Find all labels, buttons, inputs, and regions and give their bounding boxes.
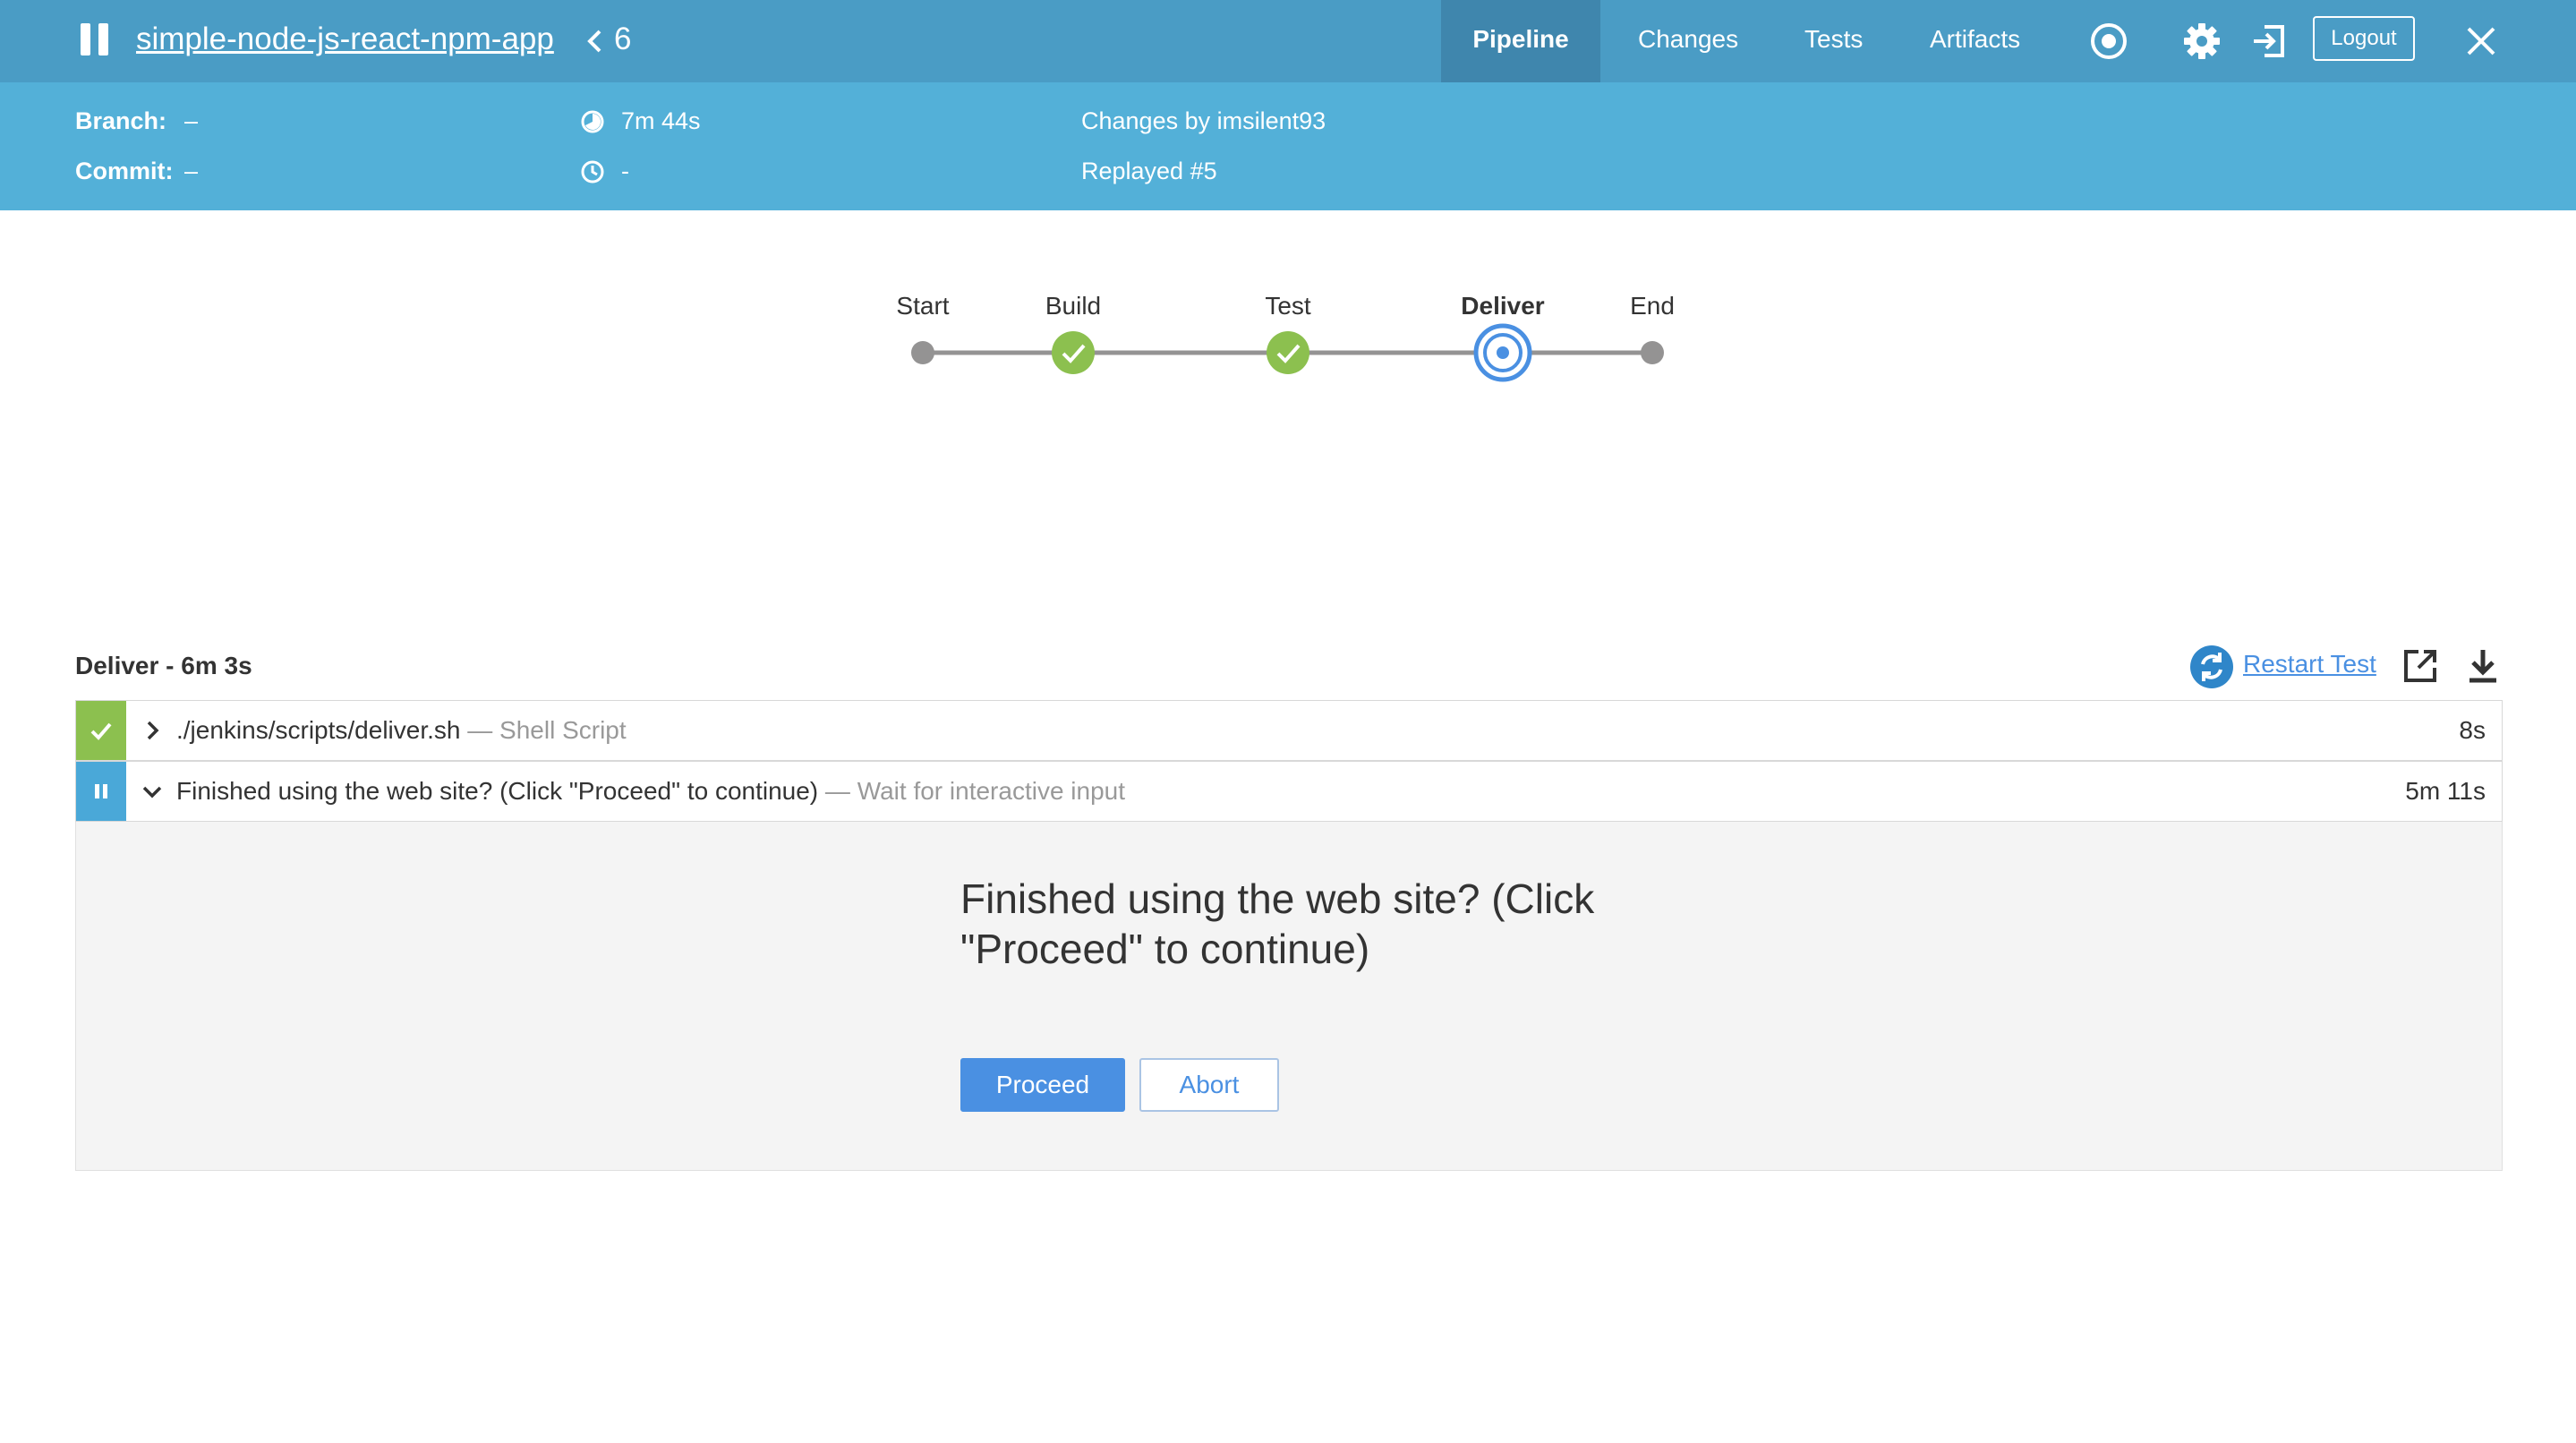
stage-node-deliver[interactable] — [1473, 323, 1532, 382]
tab-tests[interactable]: Tests — [1804, 0, 1863, 82]
commit-label: Commit: — [75, 158, 174, 184]
pause-icon — [79, 23, 109, 56]
step-type: — Shell Script — [467, 716, 627, 744]
app-name-link[interactable]: simple-node-js-react-npm-app — [136, 21, 554, 57]
stage-node-end — [1641, 341, 1664, 364]
step-paused-indicator — [76, 762, 126, 821]
restart-icon[interactable] — [2189, 645, 2234, 689]
input-prompt-panel: Finished using the web site? (Click "Pro… — [75, 822, 2503, 1171]
branch-label: Branch: — [75, 107, 167, 134]
tab-pipeline[interactable]: Pipeline — [1441, 0, 1600, 82]
tab-changes[interactable]: Changes — [1638, 0, 1738, 82]
input-prompt-message: Finished using the web site? (Click "Pro… — [960, 875, 1595, 972]
close-icon[interactable] — [2460, 20, 2503, 63]
stage-detail-title: Deliver - 6m 3s — [75, 652, 252, 679]
stage-node-test[interactable] — [1267, 331, 1309, 374]
restart-stage-link[interactable]: Restart Test — [2243, 650, 2376, 679]
stage-node-build[interactable] — [1052, 331, 1095, 374]
tab-artifacts[interactable]: Artifacts — [1930, 0, 2020, 82]
stage-node-start — [911, 341, 934, 364]
branch-value: – — [184, 107, 199, 134]
stop-icon[interactable] — [2087, 20, 2130, 63]
clock-icon — [581, 160, 604, 184]
run-number: 6 — [614, 21, 632, 56]
step-title: Finished using the web site? (Click "Pro… — [176, 777, 1125, 806]
step-type: — Wait for interactive input — [824, 777, 1126, 805]
step-success-indicator — [76, 701, 126, 760]
download-icon[interactable] — [2463, 646, 2503, 686]
abort-button[interactable]: Abort — [1139, 1058, 1279, 1112]
step-duration: 5m 11s — [2405, 777, 2486, 805]
open-external-icon[interactable] — [2401, 646, 2440, 686]
top-header-bar: simple-node-js-react-npm-app 6 Pipeline … — [0, 0, 2576, 82]
duration-value: 7m 44s — [621, 107, 701, 134]
commit-value: – — [184, 158, 199, 184]
run-summary-bar: Branch: – Commit: – 7m 44s - Changes by … — [0, 82, 2576, 210]
chevron-right-icon[interactable] — [141, 719, 164, 742]
duration-icon — [581, 110, 604, 133]
step-title: ./jenkins/scripts/deliver.sh — Shell Scr… — [176, 716, 627, 745]
back-chevron-icon[interactable] — [584, 29, 605, 54]
checkmark-icon — [90, 722, 112, 740]
proceed-button[interactable]: Proceed — [960, 1058, 1125, 1112]
step-row-deliver-script[interactable]: ./jenkins/scripts/deliver.sh — Shell Scr… — [75, 700, 2503, 761]
logout-button[interactable]: Logout — [2313, 16, 2415, 61]
changes-by: Changes by imsilent93 — [1081, 107, 1326, 134]
sign-out-icon[interactable] — [2248, 20, 2291, 63]
gear-icon[interactable] — [2180, 20, 2223, 63]
started-value: - — [621, 158, 629, 184]
step-command: Finished using the web site? (Click "Pro… — [176, 777, 819, 805]
step-duration: 8s — [2459, 716, 2486, 744]
pause-icon — [95, 784, 107, 798]
step-row-input[interactable]: Finished using the web site? (Click "Pro… — [75, 761, 2503, 822]
chevron-down-icon[interactable] — [141, 780, 164, 803]
pipeline-track — [911, 323, 1664, 382]
replayed-from: Replayed #5 — [1081, 158, 1217, 184]
step-command: ./jenkins/scripts/deliver.sh — [176, 716, 461, 744]
